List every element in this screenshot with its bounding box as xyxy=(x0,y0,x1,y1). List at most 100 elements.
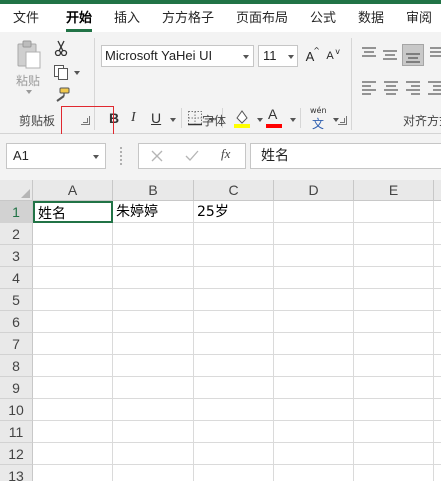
tab-data[interactable]: 数据 xyxy=(358,8,384,32)
row-header[interactable]: 13 xyxy=(0,465,33,481)
align-middle-icon[interactable] xyxy=(383,48,397,62)
fill-color-dropdown-icon[interactable] xyxy=(257,118,263,122)
grid-cell[interactable] xyxy=(354,311,434,333)
grid-cell[interactable] xyxy=(113,377,194,399)
cut-icon[interactable] xyxy=(54,40,68,56)
grid-cell[interactable] xyxy=(113,355,194,377)
grid-cell[interactable] xyxy=(354,333,434,355)
font-size-dropdown-icon[interactable] xyxy=(288,55,294,59)
grid-cell[interactable] xyxy=(33,443,113,465)
tab-insert[interactable]: 插入 xyxy=(114,8,140,32)
underline-dropdown-icon[interactable] xyxy=(170,118,176,122)
grid-cell[interactable] xyxy=(354,201,434,223)
row-header[interactable]: 1 xyxy=(0,201,33,223)
grid-cell[interactable] xyxy=(113,443,194,465)
grid-cell[interactable] xyxy=(194,311,274,333)
grid-cell[interactable] xyxy=(33,333,113,355)
grid-cell[interactable] xyxy=(194,245,274,267)
grid-cell[interactable] xyxy=(354,245,434,267)
cell-a1[interactable]: 姓名 xyxy=(33,201,113,223)
grid-cell[interactable] xyxy=(33,355,113,377)
tab-review[interactable]: 审阅 xyxy=(406,8,432,32)
phonetic-guide-icon[interactable]: 文 xyxy=(310,115,326,132)
grid-cell[interactable] xyxy=(113,245,194,267)
grid-cell[interactable] xyxy=(33,245,113,267)
grid-cell[interactable] xyxy=(274,245,354,267)
grid-cell[interactable] xyxy=(113,421,194,443)
enter-check-icon[interactable] xyxy=(185,150,199,162)
grid-cell[interactable] xyxy=(194,333,274,355)
grid-cell[interactable] xyxy=(274,443,354,465)
format-painter-icon[interactable] xyxy=(54,87,70,103)
formula-input[interactable]: 姓名 xyxy=(250,143,441,169)
cell-c1[interactable]: 25岁 xyxy=(194,201,274,223)
shrink-font-button[interactable]: A v xyxy=(322,46,340,66)
grid-cell[interactable] xyxy=(434,333,441,355)
grid-cell[interactable] xyxy=(33,311,113,333)
grid-cell[interactable] xyxy=(33,223,113,245)
grid-cell[interactable] xyxy=(354,421,434,443)
font-dialog-launcher-icon[interactable] xyxy=(338,116,347,125)
grid-cell[interactable] xyxy=(113,289,194,311)
font-color-dropdown-icon[interactable] xyxy=(290,118,296,122)
row-header[interactable]: 11 xyxy=(0,421,33,443)
grid-cell[interactable] xyxy=(113,333,194,355)
paste-button[interactable]: 粘贴 xyxy=(12,38,46,94)
grid-cell[interactable] xyxy=(194,399,274,421)
font-size-box[interactable]: 11 xyxy=(258,45,298,67)
grid-cell[interactable] xyxy=(434,399,441,421)
grid-cell[interactable] xyxy=(113,311,194,333)
formula-bar-splitter[interactable] xyxy=(120,147,122,165)
grid-cell[interactable] xyxy=(33,289,113,311)
row-header[interactable]: 2 xyxy=(0,223,33,245)
grid-cell[interactable] xyxy=(354,465,434,481)
grid-cell[interactable] xyxy=(194,443,274,465)
row-header[interactable]: 12 xyxy=(0,443,33,465)
cell-b1[interactable]: 朱婷婷 xyxy=(113,201,194,223)
column-header-f[interactable] xyxy=(434,180,441,201)
grid-cell[interactable] xyxy=(354,223,434,245)
grid-cell[interactable] xyxy=(434,201,441,223)
grid-cell[interactable] xyxy=(113,399,194,421)
column-header-c[interactable]: C xyxy=(194,180,274,201)
grid-cell[interactable] xyxy=(194,223,274,245)
grid-cell[interactable] xyxy=(274,333,354,355)
align-right-icon[interactable] xyxy=(406,81,420,95)
align-left-icon[interactable] xyxy=(362,81,376,95)
name-box-dropdown-icon[interactable] xyxy=(93,155,99,159)
align-bottom-button[interactable] xyxy=(402,44,424,66)
grid-cell[interactable] xyxy=(274,311,354,333)
row-header[interactable]: 7 xyxy=(0,333,33,355)
grid-cell[interactable] xyxy=(274,201,354,223)
grid-cell[interactable] xyxy=(434,355,441,377)
tab-file[interactable]: 文件 xyxy=(13,8,39,32)
grid-cell[interactable] xyxy=(434,267,441,289)
grid-cell[interactable] xyxy=(434,465,441,481)
font-name-dropdown-icon[interactable] xyxy=(243,55,249,59)
column-header-a[interactable]: A xyxy=(33,180,113,201)
grid-cell[interactable] xyxy=(274,223,354,245)
grid-cell[interactable] xyxy=(194,289,274,311)
grid-cell[interactable] xyxy=(354,289,434,311)
grid-cell[interactable] xyxy=(434,377,441,399)
grow-font-button[interactable]: A ^ xyxy=(302,46,320,66)
grid-cell[interactable] xyxy=(434,245,441,267)
select-all-button[interactable] xyxy=(0,180,33,201)
grid-cell[interactable] xyxy=(194,355,274,377)
grid-cell[interactable] xyxy=(354,355,434,377)
column-header-e[interactable]: E xyxy=(354,180,434,201)
column-header-d[interactable]: D xyxy=(274,180,354,201)
row-header[interactable]: 8 xyxy=(0,355,33,377)
row-header[interactable]: 6 xyxy=(0,311,33,333)
tab-formulas[interactable]: 公式 xyxy=(310,8,336,32)
tab-home[interactable]: 开始 xyxy=(66,8,93,32)
row-header[interactable]: 9 xyxy=(0,377,33,399)
grid-cell[interactable] xyxy=(274,289,354,311)
align-center-icon[interactable] xyxy=(384,81,398,95)
row-header[interactable]: 4 xyxy=(0,267,33,289)
name-box[interactable]: A1 xyxy=(6,143,106,169)
copy-icon[interactable] xyxy=(53,64,69,80)
grid-cell[interactable] xyxy=(434,443,441,465)
grid-cell[interactable] xyxy=(33,399,113,421)
grid-cell[interactable] xyxy=(354,399,434,421)
